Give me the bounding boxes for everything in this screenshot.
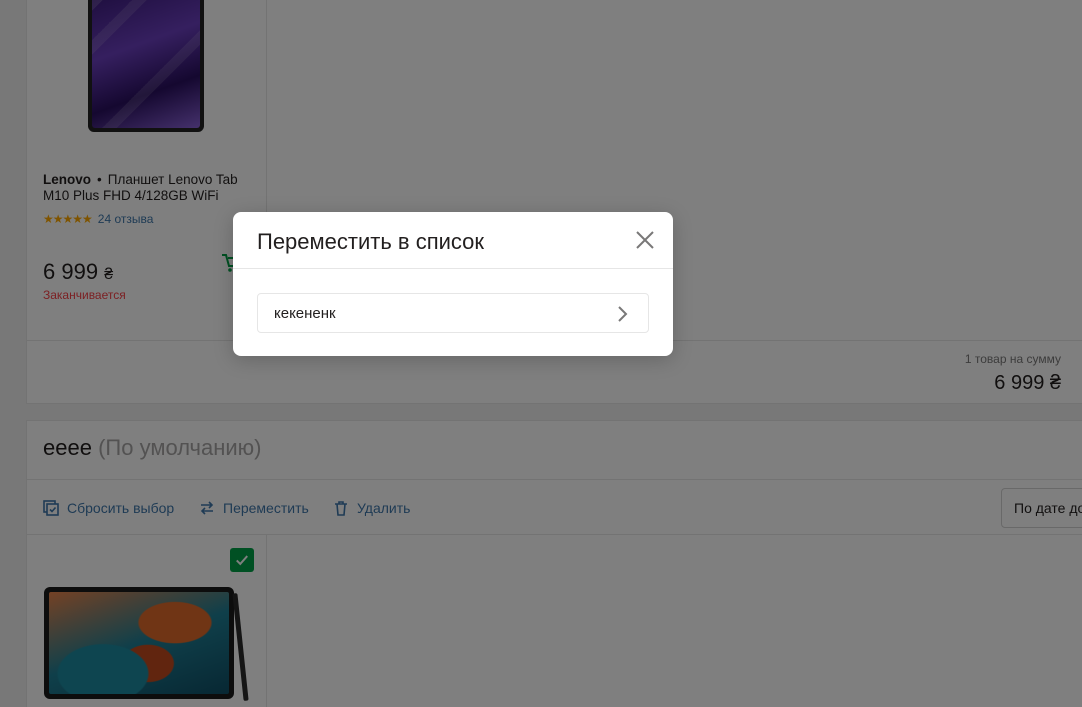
close-icon: [636, 231, 654, 249]
modal-title: Переместить в список: [257, 229, 485, 254]
list-option[interactable]: кекененк: [257, 293, 649, 333]
chevron-right-icon: [618, 306, 628, 322]
move-to-list-modal: Переместить в список кекененк: [233, 212, 673, 356]
modal-header: Переместить в список: [233, 212, 673, 269]
close-button[interactable]: [635, 230, 655, 250]
list-option-label: кекененк: [274, 305, 336, 322]
